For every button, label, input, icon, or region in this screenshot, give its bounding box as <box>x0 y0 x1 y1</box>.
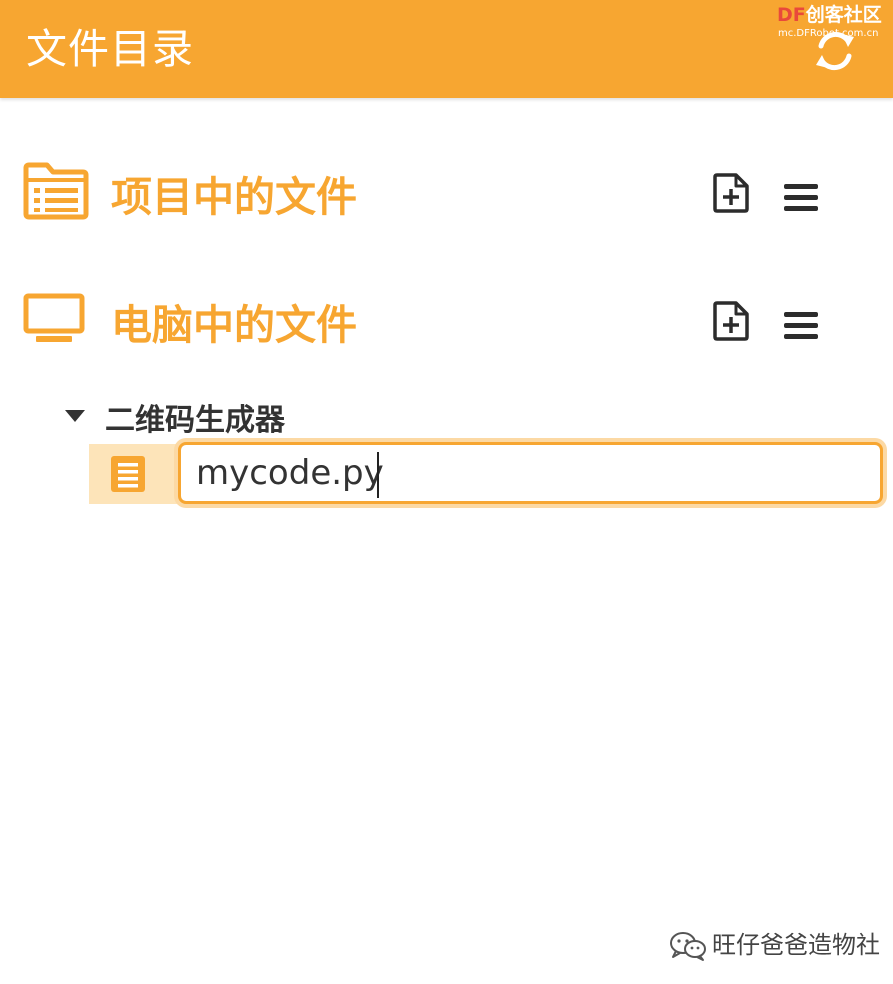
new-file-icon <box>713 301 749 341</box>
watermark-brand-prefix: DF <box>777 4 806 26</box>
rename-file-input[interactable] <box>178 442 883 504</box>
refresh-icon <box>816 31 854 71</box>
watermark-brand: DF创客社区 <box>777 3 882 27</box>
menu-icon <box>784 312 818 339</box>
menu-icon <box>784 184 818 211</box>
watermark-brand-name: 创客社区 <box>805 4 882 26</box>
tree-file-item[interactable] <box>89 444 177 504</box>
tree-folder-label: 二维码生成器 <box>105 403 285 438</box>
section-computer-files: 电脑中的文件 <box>0 286 893 366</box>
wechat-icon <box>670 932 706 961</box>
folder-list-icon <box>23 162 89 220</box>
watermark-wechat: 旺仔爸爸造物社 <box>668 926 888 964</box>
refresh-button[interactable] <box>810 28 860 74</box>
page-title: 文件目录 <box>26 25 194 73</box>
new-file-button-computer[interactable] <box>712 300 752 346</box>
header-bar: 文件目录 DF创客社区 mc.DFRobot.com.cn <box>0 0 893 98</box>
new-file-button-project[interactable] <box>712 172 752 218</box>
menu-button-project[interactable] <box>783 182 819 218</box>
section-title-project: 项目中的文件 <box>111 173 357 221</box>
watermark-wechat-label: 旺仔爸爸造物社 <box>712 931 880 959</box>
text-cursor <box>377 452 379 498</box>
monitor-icon <box>23 293 85 342</box>
caret-down-icon[interactable] <box>64 408 86 424</box>
file-icon <box>111 456 145 492</box>
new-file-icon <box>713 173 749 213</box>
section-project-files: 项目中的文件 <box>0 158 893 238</box>
tree-folder-item[interactable]: 二维码生成器 <box>60 400 360 442</box>
section-title-computer: 电脑中的文件 <box>111 301 357 349</box>
menu-button-computer[interactable] <box>783 310 819 346</box>
